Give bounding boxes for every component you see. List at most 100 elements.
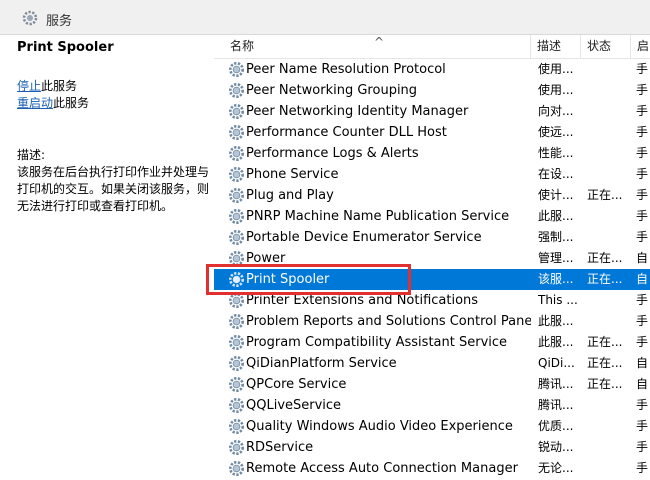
service-name: Remote Access Auto Connection Manager [246,461,518,476]
service-description: 此服... [538,209,574,223]
column-header-name[interactable]: ^ 名称 [214,35,531,58]
service-gear-icon [229,125,244,140]
service-status [587,290,631,311]
service-row[interactable]: Performance Counter DLL Host 使远... 手 [214,122,650,143]
service-startup-type: 手 [636,146,649,160]
window-titlebar: 服务 [0,0,650,35]
service-name: RDService [246,440,314,455]
service-row[interactable]: Plug and Play 使计... 正在... 手 [214,185,650,206]
service-startup-type: 手 [636,62,649,76]
service-gear-icon [229,104,244,119]
column-header-startup[interactable]: 启 [631,35,650,58]
service-gear-icon [229,335,244,350]
service-status: 正在... [587,188,623,202]
service-row[interactable]: QQLiveService 腾讯... 手 [214,395,650,416]
service-name-cell: Power [228,248,531,269]
service-name: Problem Reports and Solutions Control Pa… [246,314,531,329]
service-row[interactable]: Peer Networking Grouping 使用... 手 [214,80,650,101]
service-row[interactable]: RDService 锐动... 手 [214,437,650,458]
service-description: 无论... [538,461,574,475]
service-row[interactable]: Peer Networking Identity Manager 向对... 手 [214,101,650,122]
service-name-cell: Peer Networking Grouping [228,80,531,101]
service-startup-type: 手 [636,83,649,97]
services-gear-icon [22,10,38,26]
service-row[interactable]: Problem Reports and Solutions Control Pa… [214,311,650,332]
service-name-cell: QPCore Service [228,374,531,395]
service-status: 正在... [587,356,623,370]
service-name: PNRP Machine Name Publication Service [246,209,510,224]
service-name-cell: Peer Name Resolution Protocol [228,59,531,80]
service-gear-icon [229,272,244,287]
service-name-cell: Problem Reports and Solutions Control Pa… [228,311,531,332]
list-header: ^ 名称 描述 状态 启 [214,35,650,59]
service-startup-type: 自 [636,272,649,286]
service-startup-type: 手 [636,209,649,223]
service-description: 使远... [538,125,574,139]
restart-service-action: 重启动此服务 [17,94,89,111]
service-row[interactable]: Program Compatibility Assistant Service 此… [214,332,650,353]
service-row[interactable]: Printer Extensions and Notifications This… [214,290,650,311]
services-list[interactable]: ^ 名称 描述 状态 启 Peer Name Resolution Protoc… [214,35,650,480]
service-description: 在设... [538,167,574,181]
description-label: 描述: [17,148,46,162]
service-status [587,59,631,80]
service-status [587,80,631,101]
service-description: 此服... [538,335,574,349]
service-description: 此服... [538,314,574,328]
service-name: Plug and Play [246,188,334,203]
service-startup-type: 手 [636,335,649,349]
service-row[interactable]: Power 管理... 正在... 自 [214,248,650,269]
service-name: Print Spooler [246,272,330,287]
service-row[interactable]: Portable Device Enumerator Service 强制... 手 [214,227,650,248]
service-row[interactable]: Print Spooler 该服... 正在... 自 [214,269,650,290]
service-gear-icon [229,398,244,413]
service-name-cell: Print Spooler [228,269,531,290]
restart-service-link[interactable]: 重启动 [17,96,53,110]
service-startup-type: 手 [636,293,649,307]
column-header-description[interactable]: 描述 [531,35,581,58]
service-row[interactable]: PNRP Machine Name Publication Service 此服.… [214,206,650,227]
service-status [587,311,631,332]
service-gear-icon [229,62,244,77]
stop-service-action: 停止此服务 [17,77,77,94]
column-header-name-label: 名称 [230,39,255,53]
service-row[interactable]: Peer Name Resolution Protocol 使用... 手 [214,59,650,80]
service-status [587,395,631,416]
service-row[interactable]: Performance Logs & Alerts 性能... 手 [214,143,650,164]
service-name: Performance Logs & Alerts [246,146,419,161]
service-status [587,164,631,185]
service-description: 使计... [538,188,574,202]
service-status [587,437,631,458]
service-status [587,458,631,479]
service-row[interactable]: Phone Service 在设... 手 [214,164,650,185]
service-status [587,122,631,143]
service-description: 该服... [538,272,574,286]
service-row[interactable]: QiDianPlatform Service QiDi... 正在... 自 [214,353,650,374]
service-name: QQLiveService [246,398,342,413]
stop-service-suffix: 此服务 [41,79,78,93]
service-row[interactable]: Remote Access Auto Connection Manager 无论.… [214,458,650,479]
service-gear-icon [229,419,244,434]
service-startup-type: 手 [636,104,649,118]
selected-service-title: Print Spooler [17,40,114,55]
service-name: Phone Service [246,167,339,182]
service-name-cell: QQLiveService [228,395,531,416]
service-status [587,227,631,248]
service-status: 正在... [587,272,623,286]
service-name-cell: PNRP Machine Name Publication Service [228,206,531,227]
column-header-status[interactable]: 状态 [581,35,631,58]
service-gear-icon [229,440,244,455]
service-name-cell: Printer Extensions and Notifications [228,290,531,311]
service-name: Portable Device Enumerator Service [246,230,482,245]
service-name-cell: Remote Access Auto Connection Manager [228,458,531,479]
stop-service-link[interactable]: 停止 [17,79,41,93]
service-startup-type: 自 [636,377,649,391]
service-name: Performance Counter DLL Host [246,125,447,140]
service-row[interactable]: QPCore Service 腾讯... 正在... 自 [214,374,650,395]
service-gear-icon [229,461,244,476]
service-gear-icon [229,230,244,245]
service-gear-icon [229,251,244,266]
service-startup-type: 手 [636,314,649,328]
service-name-cell: Quality Windows Audio Video Experience [228,416,531,437]
service-row[interactable]: Quality Windows Audio Video Experience 优质… [214,416,650,437]
